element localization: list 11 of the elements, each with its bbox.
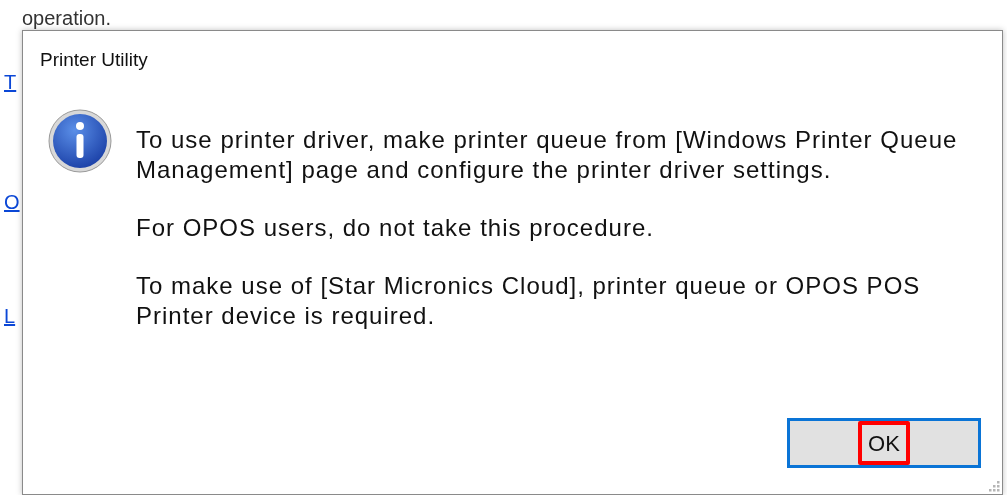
- page-link[interactable]: T: [4, 70, 22, 94]
- page-link[interactable]: O: [4, 190, 22, 214]
- window-title: Printer Utility: [40, 47, 148, 72]
- resize-grip-icon: [988, 480, 1000, 492]
- ok-button[interactable]: OK: [787, 418, 981, 468]
- info-icon: [48, 109, 112, 173]
- page-text: operation.: [22, 6, 111, 30]
- message-text: For OPOS users, do not take this procedure.: [136, 213, 655, 243]
- message-text: To make use of [Star Micronics Cloud], printer queue or OPOS POS Printer device is required.: [136, 271, 922, 331]
- message-text: To use printer driver, make printer queue from [Windows Printer Queue Management] page and configure the printer driver settings.: [136, 125, 959, 185]
- page-link[interactable]: L: [4, 304, 22, 328]
